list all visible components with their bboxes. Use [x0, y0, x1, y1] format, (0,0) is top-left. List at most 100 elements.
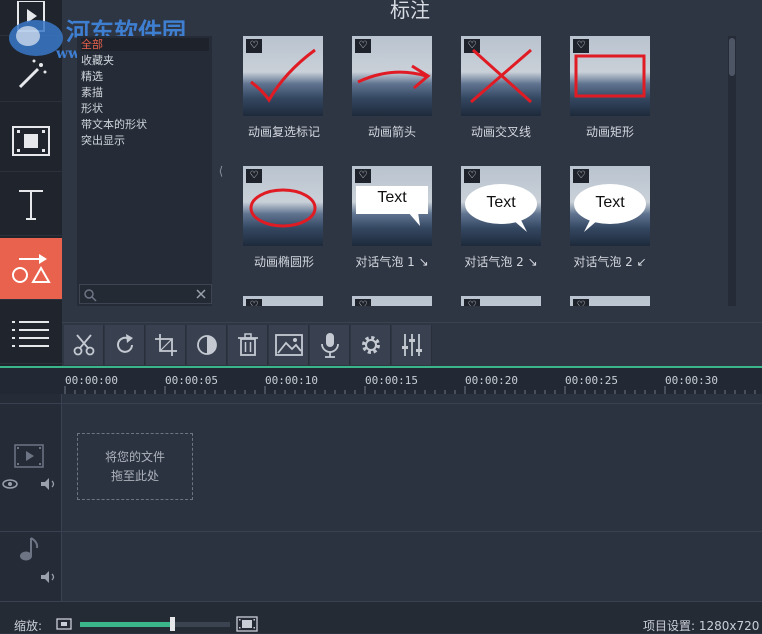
category-all[interactable]: 全部: [81, 38, 209, 51]
bubble-text: Text: [377, 189, 407, 206]
drop-text-line1: 将您的文件: [104, 449, 165, 464]
callout-label: 对话气泡 2 ↙: [573, 255, 647, 269]
callout-grid: ♡ 动画复选标记 ♡ 动画箭头 ♡ 动画交叉线 ♡ 动画矩形 ♡ 动画椭圆形 ♡…: [229, 36, 737, 306]
zoom-in-icon[interactable]: [236, 616, 258, 632]
time-tick: 00:00:30: [665, 374, 718, 387]
favorite-heart-icon[interactable]: ♡: [464, 299, 480, 306]
ellipse-icon: [249, 188, 317, 228]
trash-icon: [237, 333, 258, 356]
equalizer-button[interactable]: [392, 325, 432, 365]
more-tools[interactable]: [0, 302, 62, 364]
category-featured[interactable]: 精选: [81, 70, 103, 83]
category-highlight[interactable]: 突出显示: [81, 134, 125, 147]
panel-title: 标注: [390, 0, 430, 22]
eye-icon[interactable]: [2, 478, 18, 490]
callout-label: 动画交叉线: [470, 125, 531, 139]
callouts-tool[interactable]: [0, 238, 62, 300]
record-voice-button[interactable]: [310, 325, 350, 365]
category-list: 全部 收藏夹 精选 素描 形状 带文本的形状 突出显示: [77, 36, 212, 306]
magic-wand-icon: [18, 59, 47, 88]
callout-tile-bubble-3[interactable]: ♡ Text: [570, 166, 650, 246]
track-headers: [0, 394, 62, 601]
shapes-arrow-icon: [12, 253, 51, 283]
chevron-left-icon: ⟨: [218, 164, 224, 178]
zoom-slider-fill: [80, 622, 173, 627]
bubble-text: Text: [595, 194, 625, 211]
transitions-tool[interactable]: [0, 110, 62, 172]
crop-button[interactable]: [146, 325, 186, 365]
callout-label: 动画矩形: [585, 125, 634, 139]
track-divider: [0, 403, 762, 404]
microphone-icon: [320, 333, 339, 358]
music-note-icon: [20, 537, 39, 561]
callout-tile-bubble-2[interactable]: ♡ Text: [461, 166, 541, 246]
callout-label: 对话气泡 1 ↘: [355, 255, 429, 269]
volume-icon[interactable]: [40, 477, 58, 491]
ruler-ticks: [64, 386, 756, 394]
time-tick: 00:00:10: [265, 374, 318, 387]
callout-tile[interactable]: ♡: [243, 296, 323, 306]
time-tick: 00:00:25: [565, 374, 618, 387]
timeline-ruler[interactable]: 00:00:00 00:00:05 00:00:10 00:00:15 00:0…: [0, 366, 762, 394]
category-shapes-with-text[interactable]: 带文本的形状: [81, 118, 147, 131]
audio-volume-icon[interactable]: [40, 570, 58, 584]
gear-icon: [361, 336, 380, 354]
time-tick: 00:00:05: [165, 374, 218, 387]
list-menu-icon: [12, 320, 49, 347]
film-transition-icon: [12, 125, 50, 156]
project-settings[interactable]: 项目设置: 1280x720: [643, 617, 759, 634]
callout-tile[interactable]: ♡: [352, 296, 432, 306]
callout-label: 动画复选标记: [247, 125, 320, 139]
callout-label: 对话气泡 2 ↘: [464, 255, 538, 269]
time-tick: 00:00:15: [365, 374, 418, 387]
crop-icon: [154, 334, 177, 356]
zoom-label: 缩放:: [14, 619, 43, 633]
collapse-list-button[interactable]: ⟨: [214, 36, 228, 306]
callout-tile-check[interactable]: ♡: [243, 36, 323, 116]
time-tick: 00:00:20: [465, 374, 518, 387]
callout-tile[interactable]: ♡: [461, 296, 541, 306]
arrow-icon: [357, 64, 431, 90]
insert-image-button[interactable]: [269, 325, 309, 365]
image-icon: [274, 334, 303, 356]
callout-tile-rect[interactable]: ♡: [570, 36, 650, 116]
search-icon: [84, 289, 97, 302]
callout-label: 动画箭头: [367, 125, 416, 139]
favorite-heart-icon[interactable]: ♡: [355, 299, 371, 306]
callout-tile[interactable]: ♡: [570, 296, 650, 306]
callout-tile-bubble-1[interactable]: ♡ Text: [352, 166, 432, 246]
grid-scrollbar-thumb[interactable]: [729, 38, 735, 76]
callout-tile-cross[interactable]: ♡: [461, 36, 541, 116]
cross-icon: [470, 48, 533, 104]
titles-tool[interactable]: [0, 174, 62, 236]
favorite-heart-icon[interactable]: ♡: [246, 299, 262, 306]
callout-label: 动画椭圆形: [253, 255, 314, 269]
rectangle-icon: [574, 54, 646, 98]
delete-button[interactable]: [228, 325, 268, 365]
rotate-button[interactable]: [105, 325, 145, 365]
track-divider: [0, 531, 762, 532]
time-tick: 00:00:00: [65, 374, 118, 387]
callout-tile-ellipse[interactable]: ♡: [243, 166, 323, 246]
sliders-icon: [401, 334, 422, 356]
color-adjust-button[interactable]: [187, 325, 227, 365]
category-favorites[interactable]: 收藏夹: [81, 54, 114, 67]
zoom-slider-handle[interactable]: [170, 617, 175, 631]
check-mark-icon: [250, 48, 316, 103]
settings-button[interactable]: [351, 325, 391, 365]
drop-zone[interactable]: 将您的文件 拖至此处: [77, 433, 193, 500]
favorite-heart-icon[interactable]: ♡: [573, 299, 589, 306]
drop-text-line2: 拖至此处: [110, 468, 159, 483]
cut-button[interactable]: [64, 325, 104, 365]
scissors-icon: [73, 334, 94, 356]
video-track-icon: [14, 444, 44, 468]
grid-scrollbar[interactable]: [728, 36, 736, 306]
category-sketch[interactable]: 素描: [81, 86, 103, 99]
clear-icon[interactable]: [195, 288, 207, 300]
zoom-out-icon[interactable]: [56, 617, 72, 631]
category-search-input[interactable]: [79, 284, 212, 304]
contrast-icon: [196, 335, 217, 355]
category-shapes[interactable]: 形状: [81, 102, 103, 115]
text-t-icon: [19, 189, 43, 220]
callout-tile-arrow[interactable]: ♡: [352, 36, 432, 116]
